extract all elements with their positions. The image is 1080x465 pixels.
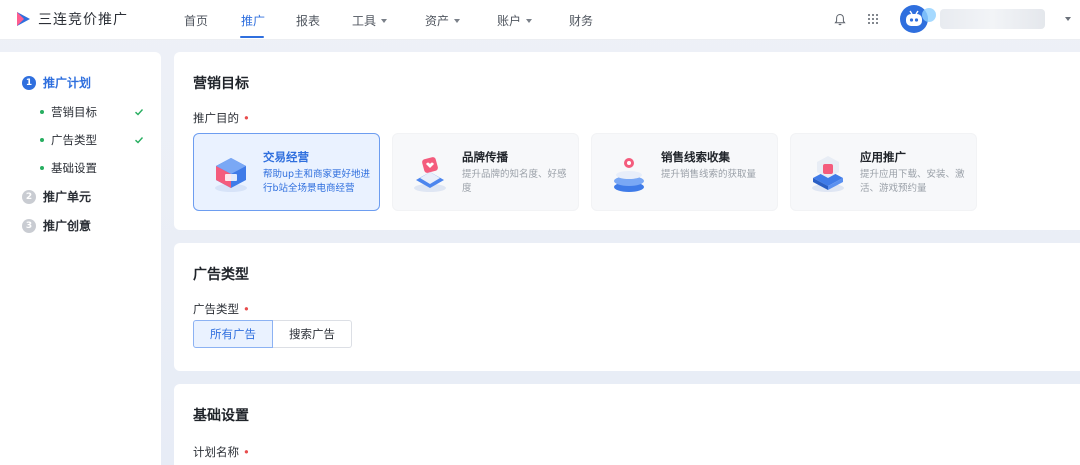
basic-settings-card: 基础设置 计划名称 • — [174, 384, 1080, 465]
apps-grid-icon[interactable] — [865, 11, 881, 27]
goal-title: 销售线索收集 — [661, 150, 730, 164]
step-label: 推广单元 — [43, 190, 92, 204]
check-icon — [135, 109, 144, 116]
status-dot — [40, 110, 44, 114]
nav-item-label: 工具 — [352, 14, 377, 28]
nav-item-tools[interactable]: 工具 — [352, 12, 388, 29]
chevron-down-icon[interactable] — [1065, 17, 1071, 21]
nav-item-label: 推广 — [241, 14, 266, 28]
goal-option-app[interactable]: 应用推广 提升应用下载、安装、激活、游戏预约量 — [790, 133, 977, 211]
goal-option-brand[interactable]: 品牌传播 提升品牌的知名度、好感度 — [392, 133, 579, 211]
nav-item-label: 资产 — [425, 14, 450, 28]
ad-type-card: 广告类型 广告类型 • 所有广告 搜索广告 — [174, 243, 1080, 371]
substep-label: 营销目标 — [51, 105, 97, 119]
status-dot — [40, 138, 44, 142]
field-label-plan-name: 计划名称 • — [193, 444, 250, 460]
step-label: 推广计划 — [43, 76, 92, 90]
ad-type-segmented-control: 所有广告 搜索广告 — [193, 320, 352, 348]
nav-item-account[interactable]: 账户 — [497, 12, 533, 29]
goal-description: 提升销售线索的获取量 — [661, 169, 757, 180]
field-label-text: 计划名称 — [193, 445, 239, 459]
step-number-badge: 2 — [22, 189, 36, 204]
top-navigation-bar: 三连竞价推广 首页 推广 报表 工具 资产 账户 财务 — [0, 0, 1080, 40]
ad-type-all-button[interactable]: 所有广告 — [193, 320, 273, 348]
step-unit[interactable]: 2 推广单元 — [22, 188, 91, 205]
play-logo-icon — [17, 12, 30, 26]
goal-title: 品牌传播 — [462, 150, 508, 164]
nav-item-home[interactable]: 首页 — [184, 12, 208, 29]
required-mark: • — [243, 302, 250, 316]
status-dot — [40, 166, 44, 170]
substep-label: 基础设置 — [51, 161, 97, 175]
nav-item-label: 财务 — [569, 14, 594, 28]
chevron-down-icon — [526, 18, 533, 23]
goal-description: 帮助up主和商家更好地进行b站全场景电商经营 — [263, 169, 371, 194]
nav-item-label: 报表 — [296, 14, 321, 28]
brand-heart-icon — [414, 157, 446, 192]
goal-option-transaction[interactable]: 交易经营 帮助up主和商家更好地进行b站全场景电商经营 — [193, 133, 380, 211]
nav-item-promotion[interactable]: 推广 — [241, 12, 265, 29]
substep-marketing-goal[interactable]: 营销目标 — [40, 104, 144, 120]
app-logo[interactable]: 三连竞价推广 — [14, 8, 128, 30]
goal-option-leads[interactable]: 销售线索收集 提升销售线索的获取量 — [591, 133, 778, 211]
shop-box-icon — [215, 158, 247, 192]
blurred-username[interactable] — [940, 9, 1045, 29]
app-gift-icon — [812, 156, 844, 192]
field-label-text: 广告类型 — [193, 302, 239, 316]
step-label: 推广创意 — [43, 219, 92, 233]
step-creative[interactable]: 3 推广创意 — [22, 217, 91, 234]
step-plan[interactable]: 1 推广计划 — [22, 74, 91, 91]
field-label-text: 推广目的 — [193, 111, 239, 125]
substep-basic-settings[interactable]: 基础设置 — [40, 160, 144, 176]
check-icon — [135, 137, 144, 144]
field-label-ad-type: 广告类型 • — [193, 301, 250, 317]
substep-ad-type[interactable]: 广告类型 — [40, 132, 144, 148]
ad-type-search-button[interactable]: 搜索广告 — [273, 320, 352, 348]
active-tab-underline — [240, 36, 264, 38]
step-number-badge: 3 — [22, 218, 36, 233]
section-title: 基础设置 — [193, 408, 249, 424]
avatar-status-badge — [922, 8, 936, 22]
required-mark: • — [243, 445, 250, 459]
steps-sidebar: 1 推广计划 营销目标 广告类型 基础设置 2 推广单元 3 推广创意 — [0, 52, 161, 465]
goal-title: 交易经营 — [263, 150, 309, 164]
chevron-down-icon — [381, 18, 388, 23]
section-title: 广告类型 — [193, 267, 249, 283]
required-mark: • — [243, 111, 250, 125]
marketing-goal-card: 营销目标 推广目的 • 交易经营 帮助up主和商家更好地进行b站全场景电商经营 品… — [174, 52, 1080, 230]
leads-stack-icon — [614, 158, 644, 192]
nav-item-reports[interactable]: 报表 — [296, 12, 320, 29]
goal-description: 提升品牌的知名度、好感度 — [462, 169, 567, 194]
step-number-badge: 1 — [22, 75, 36, 90]
app-logo-text: 三连竞价推广 — [38, 12, 128, 28]
goal-description: 提升应用下载、安装、激活、游戏预约量 — [860, 169, 965, 194]
nav-item-assets[interactable]: 资产 — [425, 12, 461, 29]
nav-item-label: 账户 — [497, 14, 522, 28]
section-title: 营销目标 — [193, 76, 249, 92]
chevron-down-icon — [454, 18, 461, 23]
field-label-purpose: 推广目的 • — [193, 110, 250, 126]
substep-label: 广告类型 — [51, 133, 97, 147]
bell-icon[interactable] — [832, 11, 848, 27]
goal-title: 应用推广 — [860, 150, 906, 164]
nav-item-finance[interactable]: 财务 — [569, 12, 593, 29]
nav-item-label: 首页 — [184, 14, 209, 28]
